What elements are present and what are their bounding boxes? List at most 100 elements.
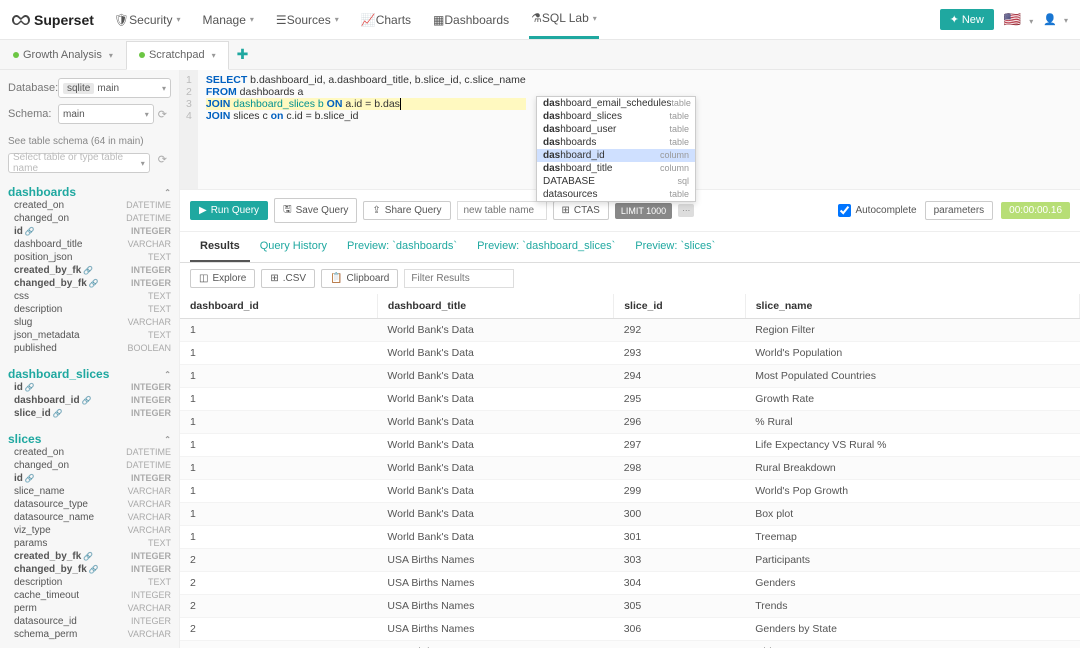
rtab-1[interactable]: Query History	[250, 232, 337, 262]
new-table-input[interactable]	[457, 201, 547, 220]
col-changed_by_fk[interactable]: changed_by_fk🔗INTEGER	[8, 563, 171, 576]
table-row[interactable]: 1World Bank's Data300Box plot	[180, 503, 1080, 526]
col-changed_on[interactable]: changed_onDATETIME	[8, 212, 171, 225]
results-table: dashboard_iddashboard_titleslice_idslice…	[180, 294, 1080, 648]
ac-dashboard_title[interactable]: dashboard_titlecolumn	[537, 162, 695, 175]
ctas-button[interactable]: ⊞ CTAS	[553, 201, 609, 220]
table-row[interactable]: 2USA Births Names305Trends	[180, 595, 1080, 618]
col-dashboard_title[interactable]: dashboard_titleVARCHAR	[8, 238, 171, 251]
col-schema_perm[interactable]: schema_permVARCHAR	[8, 628, 171, 641]
ac-datasources[interactable]: datasourcestable	[537, 188, 695, 201]
parameters-button[interactable]: parameters	[925, 201, 994, 220]
ac-dashboard_user[interactable]: dashboard_usertable	[537, 123, 695, 136]
save-query-button[interactable]: 🖫 Save Query	[274, 198, 357, 223]
nav-manage[interactable]: Manage▾	[201, 2, 256, 38]
col-id[interactable]: id🔗INTEGER	[8, 472, 171, 485]
col-dashboard_id[interactable]: dashboard_id🔗INTEGER	[8, 394, 171, 407]
col-position_json[interactable]: position_jsonTEXT	[8, 251, 171, 264]
brand[interactable]: Superset	[12, 12, 94, 28]
refresh-icon[interactable]: ⟳	[154, 108, 171, 121]
ac-dashboard_id[interactable]: dashboard_idcolumn	[537, 149, 695, 162]
tree-slices[interactable]: slices⌃	[8, 432, 171, 446]
tab-scratchpad[interactable]: Scratchpad ▾	[126, 41, 229, 70]
ac-DATABASE[interactable]: DATABASEsql	[537, 175, 695, 188]
col-header-dashboard_title[interactable]: dashboard_title	[377, 294, 613, 319]
col-description[interactable]: descriptionTEXT	[8, 576, 171, 589]
editor-code[interactable]: SELECT b.dashboard_id, a.dashboard_title…	[198, 70, 534, 189]
tab-growth-analysis[interactable]: Growth Analysis ▾	[0, 41, 126, 69]
table-row[interactable]: 1World Bank's Data299World's Pop Growth	[180, 480, 1080, 503]
table-row[interactable]: 1World Bank's Data294Most Populated Coun…	[180, 365, 1080, 388]
col-header-dashboard_id[interactable]: dashboard_id	[180, 294, 377, 319]
table-row[interactable]: 2USA Births Names304Genders	[180, 572, 1080, 595]
ac-dashboard_email_schedules[interactable]: dashboard_email_schedulestable	[537, 97, 695, 110]
ac-dashboards[interactable]: dashboardstable	[537, 136, 695, 149]
rtab-0[interactable]: Results	[190, 232, 250, 262]
rtab-4[interactable]: Preview: `slices`	[625, 232, 725, 262]
col-datasource_id[interactable]: datasource_idINTEGER	[8, 615, 171, 628]
new-button[interactable]: ✦ New	[940, 9, 994, 30]
col-perm[interactable]: permVARCHAR	[8, 602, 171, 615]
table-row[interactable]: 1World Bank's Data298Rural Breakdown	[180, 457, 1080, 480]
col-id[interactable]: id🔗INTEGER	[8, 381, 171, 394]
nav-security[interactable]: 🛡Security▾	[112, 2, 183, 38]
user-menu[interactable]: 👤 ▾	[1043, 13, 1068, 26]
language-menu[interactable]: 🇺🇸 ▾	[1004, 11, 1033, 28]
nav-right: ✦ New 🇺🇸 ▾ 👤 ▾	[940, 9, 1068, 30]
col-id[interactable]: id🔗INTEGER	[8, 225, 171, 238]
nav-charts[interactable]: 📈Charts	[359, 2, 413, 38]
filter-results-input[interactable]	[404, 269, 514, 288]
table-row[interactable]: 1World Bank's Data296% Rural	[180, 411, 1080, 434]
col-created_on[interactable]: created_onDATETIME	[8, 199, 171, 212]
table-select[interactable]: Select table or type table name▾	[8, 153, 150, 173]
run-query-button[interactable]: ▶ Run Query	[190, 201, 268, 220]
explore-button[interactable]: ◫ Explore	[190, 269, 255, 288]
col-css[interactable]: cssTEXT	[8, 290, 171, 303]
col-changed_by_fk[interactable]: changed_by_fk🔗INTEGER	[8, 277, 171, 290]
table-row[interactable]: 2USA Births Names303Participants	[180, 549, 1080, 572]
table-row[interactable]: 1World Bank's Data295Growth Rate	[180, 388, 1080, 411]
refresh-table-icon[interactable]: ⟳	[154, 153, 171, 173]
share-query-button[interactable]: ⇪ Share Query	[363, 201, 450, 220]
table-row[interactable]: 2USA Births Names307Girls	[180, 641, 1080, 648]
table-row[interactable]: 1World Bank's Data292Region Filter	[180, 319, 1080, 342]
rtab-3[interactable]: Preview: `dashboard_slices`	[467, 232, 625, 262]
database-select[interactable]: sqlitemain▾	[58, 78, 171, 98]
ac-dashboard_slices[interactable]: dashboard_slicestable	[537, 110, 695, 123]
limit-button[interactable]: LIMIT 1000	[615, 203, 672, 219]
sql-editor[interactable]: 1234 SELECT b.dashboard_id, a.dashboard_…	[180, 70, 1080, 190]
add-tab-icon[interactable]: ✚	[229, 46, 257, 63]
col-datasource_name[interactable]: datasource_nameVARCHAR	[8, 511, 171, 524]
col-header-slice_name[interactable]: slice_name	[745, 294, 1079, 319]
col-changed_on[interactable]: changed_onDATETIME	[8, 459, 171, 472]
table-row[interactable]: 2USA Births Names306Genders by State	[180, 618, 1080, 641]
clipboard-button[interactable]: 📋 Clipboard	[321, 269, 398, 288]
col-params[interactable]: paramsTEXT	[8, 537, 171, 550]
nav-dashboards[interactable]: ▦Dashboards	[431, 2, 511, 38]
col-datasource_type[interactable]: datasource_typeVARCHAR	[8, 498, 171, 511]
col-slice_id[interactable]: slice_id🔗INTEGER	[8, 407, 171, 420]
table-row[interactable]: 1World Bank's Data297Life Expectancy VS …	[180, 434, 1080, 457]
col-viz_type[interactable]: viz_typeVARCHAR	[8, 524, 171, 537]
rtab-2[interactable]: Preview: `dashboards`	[337, 232, 467, 262]
col-created_by_fk[interactable]: created_by_fk🔗INTEGER	[8, 550, 171, 563]
nav-sources[interactable]: ☰Sources▾	[274, 2, 341, 38]
csv-button[interactable]: ⊞ .CSV	[261, 269, 315, 288]
table-row[interactable]: 1World Bank's Data301Treemap	[180, 526, 1080, 549]
nav-sql-lab[interactable]: ⚗SQL Lab▾	[529, 0, 599, 39]
tree-dashboards[interactable]: dashboards⌃	[8, 185, 171, 199]
autocomplete-popup[interactable]: dashboard_email_schedulestabledashboard_…	[536, 96, 696, 202]
col-cache_timeout[interactable]: cache_timeoutINTEGER	[8, 589, 171, 602]
col-created_on[interactable]: created_onDATETIME	[8, 446, 171, 459]
col-json_metadata[interactable]: json_metadataTEXT	[8, 329, 171, 342]
col-slug[interactable]: slugVARCHAR	[8, 316, 171, 329]
autocomplete-toggle[interactable]: Autocomplete	[838, 204, 916, 217]
table-row[interactable]: 1World Bank's Data293World's Population	[180, 342, 1080, 365]
col-header-slice_id[interactable]: slice_id	[614, 294, 746, 319]
tree-dashboard_slices[interactable]: dashboard_slices⌃	[8, 367, 171, 381]
col-published[interactable]: publishedBOOLEAN	[8, 342, 171, 355]
col-slice_name[interactable]: slice_nameVARCHAR	[8, 485, 171, 498]
col-created_by_fk[interactable]: created_by_fk🔗INTEGER	[8, 264, 171, 277]
col-description[interactable]: descriptionTEXT	[8, 303, 171, 316]
schema-select[interactable]: main▾	[58, 104, 154, 124]
